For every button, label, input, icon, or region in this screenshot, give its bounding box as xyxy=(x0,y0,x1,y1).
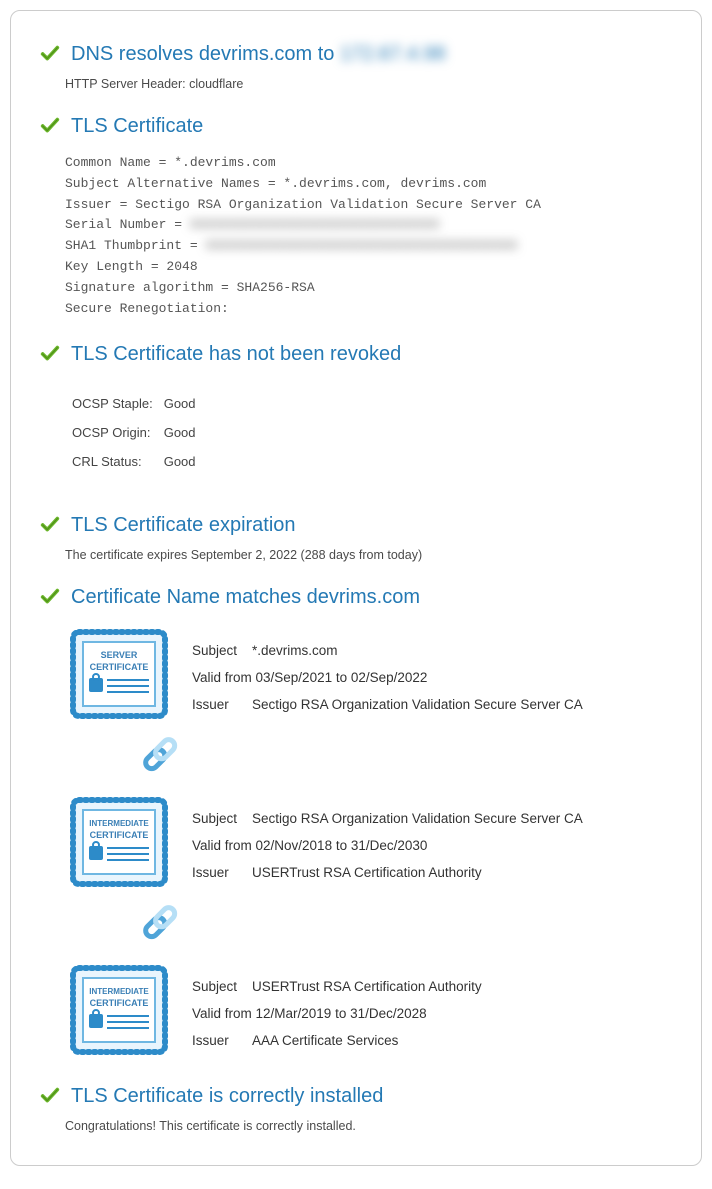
ssl-check-panel: DNS resolves devrims.com to 172.67.4.98 … xyxy=(10,10,702,1166)
subject-label: Subject xyxy=(191,810,251,827)
chain-link-icon xyxy=(137,729,189,785)
subject-label: Subject xyxy=(191,978,251,995)
certificate-chain: SERVER CERTIFICATE Subject*.devrims.com … xyxy=(69,628,673,1059)
http-server-header: HTTP Server Header: cloudflare xyxy=(65,77,673,91)
cert-issuer-value: Sectigo RSA Organization Validation Secu… xyxy=(251,696,584,713)
svg-text:CERTIFICATE: CERTIFICATE xyxy=(90,830,149,840)
cert-cn: Common Name = *.devrims.com xyxy=(65,155,276,170)
check-icon xyxy=(39,586,61,608)
cert-serial-masked: XXXXXXXXXXXXXXXXXXXXXXXXXXXXXXXX xyxy=(190,217,440,232)
ocsp-origin-value: Good xyxy=(163,424,197,441)
issuer-label: Issuer xyxy=(191,696,251,713)
crl-status-value: Good xyxy=(163,453,197,470)
cert-subject: USERTrust RSA Certification Authority xyxy=(251,978,483,995)
cert-chain-item: SERVER CERTIFICATE Subject*.devrims.com … xyxy=(69,628,673,723)
cert-info: Subject*.devrims.com Valid from 03/Sep/2… xyxy=(191,628,584,723)
cert-validity: Valid from 03/Sep/2021 to 02/Sep/2022 xyxy=(191,669,584,686)
tls-cert-details: Common Name = *.devrims.com Subject Alte… xyxy=(65,153,673,319)
chain-link-icon xyxy=(137,897,189,953)
check-icon xyxy=(39,514,61,536)
issuer-label: Issuer xyxy=(191,1032,251,1049)
check-icon xyxy=(39,343,61,365)
cert-reneg: Secure Renegotiation: xyxy=(65,301,229,316)
cert-issuer-value: USERTrust RSA Certification Authority xyxy=(251,864,584,881)
cert-issuer-value: AAA Certificate Services xyxy=(251,1032,483,1049)
cert-info: SubjectUSERTrust RSA Certification Autho… xyxy=(191,964,483,1059)
expiration-text: The certificate expires September 2, 202… xyxy=(65,548,673,562)
svg-text:CERTIFICATE: CERTIFICATE xyxy=(90,998,149,1008)
svg-text:SERVER: SERVER xyxy=(101,650,138,660)
svg-text:INTERMEDIATE: INTERMEDIATE xyxy=(89,819,149,828)
cert-serial-label: Serial Number = xyxy=(65,217,190,232)
installed-text: Congratulations! This certificate is cor… xyxy=(65,1119,673,1133)
cert-validity: Valid from 02/Nov/2018 to 31/Dec/2030 xyxy=(191,837,584,854)
revocation-section-header: TLS Certificate has not been revoked xyxy=(39,341,673,367)
name-match-title: Certificate Name matches devrims.com xyxy=(71,584,420,610)
subject-label: Subject xyxy=(191,642,251,659)
server-certificate-badge: SERVER CERTIFICATE xyxy=(69,628,169,720)
tls-cert-section-header: TLS Certificate xyxy=(39,113,673,139)
intermediate-certificate-badge: INTERMEDIATE CERTIFICATE xyxy=(69,796,169,888)
table-row: OCSP Staple: Good xyxy=(71,395,197,412)
cert-san: Subject Alternative Names = *.devrims.co… xyxy=(65,176,486,191)
cert-chain-item: INTERMEDIATE CERTIFICATE SubjectUSERTrus… xyxy=(69,964,673,1059)
cert-issuer: Issuer = Sectigo RSA Organization Valida… xyxy=(65,197,541,212)
table-row: OCSP Origin: Good xyxy=(71,424,197,441)
dns-title: DNS resolves devrims.com to 172.67.4.98 xyxy=(71,41,446,67)
ocsp-staple-value: Good xyxy=(163,395,197,412)
svg-text:CERTIFICATE: CERTIFICATE xyxy=(90,662,149,672)
cert-keylen: Key Length = 2048 xyxy=(65,259,198,274)
cert-chain-item: INTERMEDIATE CERTIFICATE SubjectSectigo … xyxy=(69,796,673,891)
dns-ip-masked: 172.67.4.98 xyxy=(340,43,446,65)
check-icon xyxy=(39,115,61,137)
issuer-label: Issuer xyxy=(191,864,251,881)
cert-sigalg: Signature algorithm = SHA256-RSA xyxy=(65,280,315,295)
ocsp-origin-label: OCSP Origin: xyxy=(71,424,159,441)
dns-section-header: DNS resolves devrims.com to 172.67.4.98 xyxy=(39,41,673,67)
expiration-title: TLS Certificate expiration xyxy=(71,512,296,538)
cert-subject: Sectigo RSA Organization Validation Secu… xyxy=(251,810,584,827)
name-match-section-header: Certificate Name matches devrims.com xyxy=(39,584,673,610)
cert-sha1-label: SHA1 Thumbprint = xyxy=(65,238,205,253)
installed-title: TLS Certificate is correctly installed xyxy=(71,1083,383,1109)
cert-validity: Valid from 12/Mar/2019 to 31/Dec/2028 xyxy=(191,1005,483,1022)
cert-sha1-masked: XXXXXXXXXXXXXXXXXXXXXXXXXXXXXXXXXXXXXXXX xyxy=(205,238,517,253)
check-icon xyxy=(39,1085,61,1107)
ocsp-staple-label: OCSP Staple: xyxy=(71,395,159,412)
dns-title-text: DNS resolves devrims.com to xyxy=(71,43,340,65)
crl-status-label: CRL Status: xyxy=(71,453,159,470)
intermediate-certificate-badge: INTERMEDIATE CERTIFICATE xyxy=(69,964,169,1056)
cert-subject: *.devrims.com xyxy=(251,642,584,659)
tls-cert-title: TLS Certificate xyxy=(71,113,203,139)
check-icon xyxy=(39,43,61,65)
table-row: CRL Status: Good xyxy=(71,453,197,470)
installed-section-header: TLS Certificate is correctly installed xyxy=(39,1083,673,1109)
revocation-title: TLS Certificate has not been revoked xyxy=(71,341,401,367)
expiration-section-header: TLS Certificate expiration xyxy=(39,512,673,538)
revocation-status-table: OCSP Staple: Good OCSP Origin: Good CRL … xyxy=(67,383,201,482)
cert-info: SubjectSectigo RSA Organization Validati… xyxy=(191,796,584,891)
svg-text:INTERMEDIATE: INTERMEDIATE xyxy=(89,987,149,996)
